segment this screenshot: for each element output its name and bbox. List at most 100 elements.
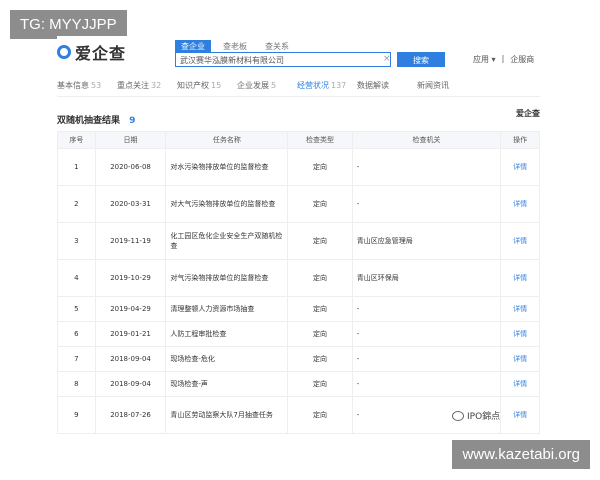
- header-no: 序号: [57, 131, 96, 149]
- cell-task: 对水污染物排放单位的监督检查: [165, 148, 289, 186]
- cell-no: 2: [57, 185, 96, 223]
- cell-date: 2020-06-08: [94, 148, 167, 186]
- cell-task: 现场检查-声: [165, 371, 289, 397]
- table-row: 5 2019-04-29 清理整顿人力资源市场抽查 定向 - 详情: [57, 296, 540, 322]
- cell-type: 定向: [287, 371, 353, 397]
- search-input[interactable]: 武汉赛华泓膜新材料有限公司: [175, 52, 391, 67]
- tab-development[interactable]: 企业发展 5: [237, 80, 297, 96]
- tab-count: 53: [91, 81, 102, 90]
- tab-count: 32: [151, 81, 162, 90]
- logo-icon: [57, 45, 71, 59]
- cell-date: 2019-11-19: [94, 222, 167, 260]
- cell-no: 9: [57, 396, 96, 434]
- watermark-text: IPO錦点: [467, 412, 501, 422]
- top-bar: 爱企查 查企业 查老板 查关系 武汉赛华泓膜新材料有限公司 × 搜索 应用 ▾ …: [57, 36, 540, 76]
- tab-ip[interactable]: 知识产权 15: [177, 80, 237, 96]
- cell-org: 青山区环保局: [351, 259, 502, 297]
- section-count: 9: [129, 116, 136, 126]
- detail-link[interactable]: 详情: [500, 396, 540, 434]
- section-header: 双随机抽查结果 9 爱企查: [57, 108, 540, 126]
- cell-date: 2019-04-29: [94, 296, 167, 322]
- cell-org: -: [351, 185, 502, 223]
- inspection-table: 序号 日期 任务名称 检查类型 检查机关 操作 1 2020-06-08 对水污染物…: [57, 131, 540, 434]
- logo[interactable]: 爱企查: [57, 40, 126, 64]
- cell-date: 2018-07-26: [94, 396, 167, 434]
- cell-org: -: [351, 296, 502, 322]
- tab-label: 基本信息: [57, 81, 89, 90]
- detail-link[interactable]: 详情: [500, 371, 540, 397]
- cell-task: 青山区劳动监察大队7月抽查任务: [165, 396, 289, 434]
- tab-focus[interactable]: 重点关注 32: [117, 80, 177, 96]
- tab-news[interactable]: 新闻资讯: [417, 80, 477, 96]
- cell-type: 定向: [287, 346, 353, 372]
- tab-basic-info[interactable]: 基本信息 53: [57, 80, 117, 96]
- cell-no: 7: [57, 346, 96, 372]
- cell-type: 定向: [287, 296, 353, 322]
- screenshot-panel: 爱企查 查企业 查老板 查关系 武汉赛华泓膜新材料有限公司 × 搜索 应用 ▾ …: [57, 36, 540, 436]
- detail-link[interactable]: 详情: [500, 148, 540, 186]
- enterprise-service-link[interactable]: 企服商: [510, 54, 534, 65]
- table-row: 1 2020-06-08 对水污染物排放单位的监督检查 定向 - 详情: [57, 148, 540, 186]
- detail-link[interactable]: 详情: [500, 185, 540, 223]
- table-row: 6 2019-01-21 人防工程审批检查 定向 - 详情: [57, 321, 540, 347]
- cell-no: 8: [57, 371, 96, 397]
- top-right-menu: 应用 ▾ | 企服商: [473, 54, 534, 65]
- cell-date: 2019-01-21: [94, 321, 167, 347]
- cell-task: 清理整顿人力资源市场抽查: [165, 296, 289, 322]
- cell-type: 定向: [287, 396, 353, 434]
- header-op: 操作: [500, 131, 540, 149]
- cell-date: 2018-09-04: [94, 346, 167, 372]
- cell-no: 5: [57, 296, 96, 322]
- cell-org: -: [351, 321, 502, 347]
- cell-date: 2020-03-31: [94, 185, 167, 223]
- watermark: IPO錦点: [452, 409, 500, 422]
- search-button[interactable]: 搜索: [397, 52, 445, 67]
- table-row: 3 2019-11-19 化工园区危化企业安全生产双随机检查 定向 青山区应急管理局 详情: [57, 222, 540, 260]
- tab-operation-status[interactable]: 经营状况 137: [297, 80, 357, 96]
- cell-no: 4: [57, 259, 96, 297]
- cell-no: 6: [57, 321, 96, 347]
- cell-org: -: [351, 148, 502, 186]
- brand-label: 爱企查: [516, 109, 540, 118]
- overlay-tag: TG: MYYJJPP: [10, 10, 127, 39]
- tab-label: 经营状况: [297, 81, 329, 90]
- detail-link[interactable]: 详情: [500, 296, 540, 322]
- wechat-icon: [452, 410, 464, 421]
- cell-date: 2018-09-04: [94, 371, 167, 397]
- cell-type: 定向: [287, 148, 353, 186]
- cell-date: 2019-10-29: [94, 259, 167, 297]
- table-row: 7 2018-09-04 现场检查-危化 定向 - 详情: [57, 346, 540, 372]
- tab-label: 重点关注: [117, 81, 149, 90]
- cell-org: -: [351, 371, 502, 397]
- apps-menu[interactable]: 应用 ▾: [473, 54, 496, 65]
- cell-task: 人防工程审批检查: [165, 321, 289, 347]
- tab-data-analysis[interactable]: 数据解读: [357, 80, 417, 96]
- cell-org: 青山区应急管理局: [351, 222, 502, 260]
- tab-label: 企业发展: [237, 81, 269, 90]
- section-title: 双随机抽查结果: [57, 116, 121, 126]
- logo-text: 爱企查: [75, 44, 127, 63]
- header-date: 日期: [94, 131, 167, 149]
- table-row: 8 2018-09-04 现场检查-声 定向 - 详情: [57, 371, 540, 397]
- clear-icon[interactable]: ×: [383, 52, 391, 67]
- header-task: 任务名称: [165, 131, 289, 149]
- tab-count: 137: [331, 81, 347, 90]
- cell-no: 1: [57, 148, 96, 186]
- table-row: 2 2020-03-31 对大气污染物排放单位的监督检查 定向 - 详情: [57, 185, 540, 223]
- overlay-site: www.kazetabi.org: [452, 440, 590, 469]
- table-row: 4 2019-10-29 对气污染物排放单位的监督检查 定向 青山区环保局 详情: [57, 259, 540, 297]
- detail-link[interactable]: 详情: [500, 222, 540, 260]
- tab-label: 知识产权: [177, 81, 209, 90]
- cell-task: 对气污染物排放单位的监督检查: [165, 259, 289, 297]
- cell-type: 定向: [287, 185, 353, 223]
- detail-link[interactable]: 详情: [500, 321, 540, 347]
- tab-label: 新闻资讯: [417, 81, 449, 90]
- cell-no: 3: [57, 222, 96, 260]
- cell-type: 定向: [287, 321, 353, 347]
- header-type: 检查类型: [287, 131, 353, 149]
- detail-link[interactable]: 详情: [500, 259, 540, 297]
- detail-link[interactable]: 详情: [500, 346, 540, 372]
- cell-task: 化工园区危化企业安全生产双随机检查: [165, 222, 289, 260]
- divider: |: [501, 54, 505, 63]
- tab-count: 15: [211, 81, 222, 90]
